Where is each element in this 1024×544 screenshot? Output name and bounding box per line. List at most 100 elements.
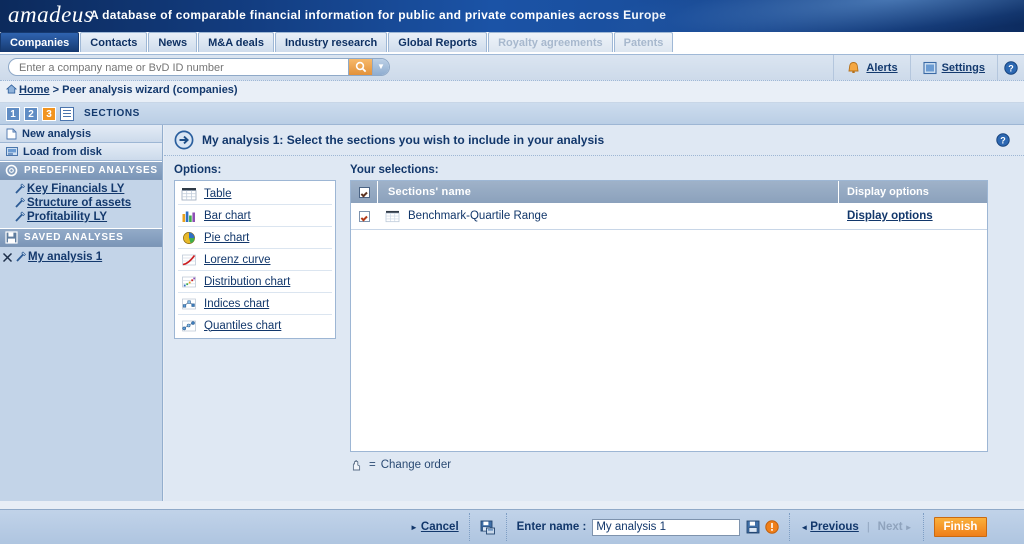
sidebar-item-profitability-ly[interactable]: Profitability LY: [0, 210, 162, 224]
alerts-button[interactable]: Alerts: [833, 55, 909, 80]
sidebar-predefined-label-2: Profitability LY: [27, 211, 108, 223]
home-icon: [6, 84, 17, 94]
next-arrow-icon: ►: [904, 522, 913, 532]
legend-equals: =: [369, 459, 376, 471]
arrow-right-circle-icon: [174, 130, 194, 150]
cancel-button[interactable]: Cancel: [421, 521, 459, 533]
tab-news[interactable]: News: [148, 32, 198, 52]
main-tab-bar: Companies Contacts News M&A deals Indust…: [0, 32, 1024, 55]
column-header-display-options: Display options: [838, 181, 987, 203]
quantiles-chart-icon: [182, 320, 196, 331]
page-body: New analysis Load from disk PREDEFINED A…: [0, 125, 1024, 501]
cancel-arrow-icon: ►: [410, 522, 418, 532]
search-box[interactable]: ▼: [8, 58, 390, 76]
option-bar-chart[interactable]: Bar chart: [178, 205, 332, 227]
selections-table-header: Sections' name Display options: [351, 181, 987, 203]
sidebar-item-structure-of-assets[interactable]: Structure of assets: [0, 196, 162, 210]
pie-chart-icon: [183, 231, 195, 244]
row-display-options-cell[interactable]: Display options: [839, 210, 987, 222]
row-name-cell: Benchmark-Quartile Range: [377, 210, 839, 223]
sidebar-section-saved-analyses: SAVED ANALYSES: [0, 228, 162, 247]
page-title: My analysis 1: Select the sections you w…: [202, 133, 605, 147]
select-all-checkbox[interactable]: [358, 186, 370, 198]
row-section-name: Benchmark-Quartile Range: [408, 210, 548, 222]
floppy-icon: [5, 231, 18, 244]
banner-tagline: A database of comparable financial infor…: [90, 8, 667, 22]
row-checkbox[interactable]: [358, 210, 370, 222]
save-to-disk-button[interactable]: [480, 520, 496, 535]
sidebar-section-predefined-analyses: PREDEFINED ANALYSES: [0, 161, 162, 180]
previous-button[interactable]: Previous: [810, 521, 859, 533]
option-lorenz-curve[interactable]: Lorenz curve: [178, 249, 332, 271]
bell-icon: [848, 61, 859, 73]
settings-button[interactable]: Settings: [909, 55, 997, 80]
option-quantiles-chart[interactable]: Quantiles chart: [178, 315, 332, 336]
wizard-step-1[interactable]: 1: [6, 106, 20, 121]
breadcrumb-home-link[interactable]: Home: [19, 84, 50, 96]
search-icon[interactable]: [348, 59, 373, 75]
breadcrumb-current: Peer analysis wizard (companies): [62, 84, 238, 96]
chevron-down-icon[interactable]: ▼: [372, 59, 389, 75]
bar-chart-icon: [182, 211, 195, 222]
tab-ma-deals[interactable]: M&A deals: [198, 32, 274, 52]
legend-text: Change order: [380, 459, 452, 471]
table-icon: [385, 210, 400, 222]
option-pie-chart[interactable]: Pie chart: [178, 227, 332, 249]
help-button[interactable]: ?: [997, 55, 1024, 80]
sidebar-saved-header-label: SAVED ANALYSES: [24, 232, 124, 243]
sidebar-saved-label-0: My analysis 1: [28, 251, 103, 263]
help-icon: ?: [996, 133, 1010, 147]
footer-divider: [922, 513, 924, 541]
wand-icon: [15, 211, 25, 222]
option-label-0: Table: [204, 187, 232, 200]
wand-icon: [15, 183, 25, 194]
distribution-chart-icon: [182, 276, 196, 287]
document-icon[interactable]: [60, 106, 74, 121]
footer-nav-separator: |: [866, 521, 870, 533]
floppy-icon: [746, 520, 760, 534]
sidebar-predefined-label-1: Structure of assets: [27, 197, 132, 209]
options-pane: Options: Table Bar chart Pie chart Loren…: [174, 164, 336, 339]
panel-content: Options: Table Bar chart Pie chart Loren…: [164, 156, 1024, 471]
option-label-5: Indices chart: [204, 297, 270, 310]
search-input[interactable]: [17, 59, 351, 75]
wizard-footer: ► Cancel Enter name : My analysis 1 ◄ Pr…: [0, 509, 1024, 544]
option-indices-chart[interactable]: Indices chart: [178, 293, 332, 315]
gear-icon: [5, 164, 18, 177]
sidebar-item-key-financials-ly[interactable]: Key Financials LY: [0, 182, 162, 196]
enter-name-label: Enter name :: [516, 521, 587, 533]
close-x-icon: [2, 252, 13, 262]
tab-patents: Patents: [613, 32, 674, 52]
option-table[interactable]: Table: [178, 183, 332, 205]
alerts-label: Alerts: [866, 61, 898, 74]
tab-companies[interactable]: Companies: [0, 32, 80, 52]
sidebar-predefined-label-0: Key Financials LY: [27, 183, 125, 195]
save-name-button[interactable]: [746, 520, 760, 534]
analysis-name-input[interactable]: [592, 518, 741, 536]
tab-industry-research[interactable]: Industry research: [274, 32, 388, 52]
option-distribution-chart[interactable]: Distribution chart: [178, 271, 332, 293]
row-check-cell[interactable]: [351, 210, 377, 222]
wand-icon: [15, 197, 25, 208]
tab-contacts[interactable]: Contacts: [80, 32, 148, 52]
hand-icon: [352, 460, 361, 471]
option-label-6: Quantiles chart: [204, 319, 282, 332]
table-row: Benchmark-Quartile Range Display options: [351, 203, 987, 230]
alert-icon: [765, 520, 780, 534]
wizard-step-3[interactable]: 3: [42, 106, 56, 121]
wizard-step-label: SECTIONS: [84, 108, 140, 119]
wizard-step-2[interactable]: 2: [24, 106, 38, 121]
search-row: ▼ Alerts Settings ?: [0, 55, 1024, 81]
tab-global-reports[interactable]: Global Reports: [388, 32, 488, 52]
sidebar-item-my-analysis-1[interactable]: My analysis 1: [0, 249, 162, 264]
panel-help-button[interactable]: ?: [996, 133, 1010, 147]
finish-button[interactable]: Finish: [933, 517, 988, 537]
settings-icon: [923, 61, 937, 74]
svg-text:?: ?: [1000, 135, 1006, 145]
sidebar-item-new-analysis[interactable]: New analysis: [0, 125, 162, 143]
wand-icon: [16, 251, 26, 262]
select-all-cell[interactable]: [351, 181, 378, 203]
sidebar-load-from-disk-label: Load from disk: [23, 145, 102, 158]
display-options-link[interactable]: Display options: [847, 210, 933, 222]
sidebar-item-load-from-disk[interactable]: Load from disk: [0, 143, 162, 161]
